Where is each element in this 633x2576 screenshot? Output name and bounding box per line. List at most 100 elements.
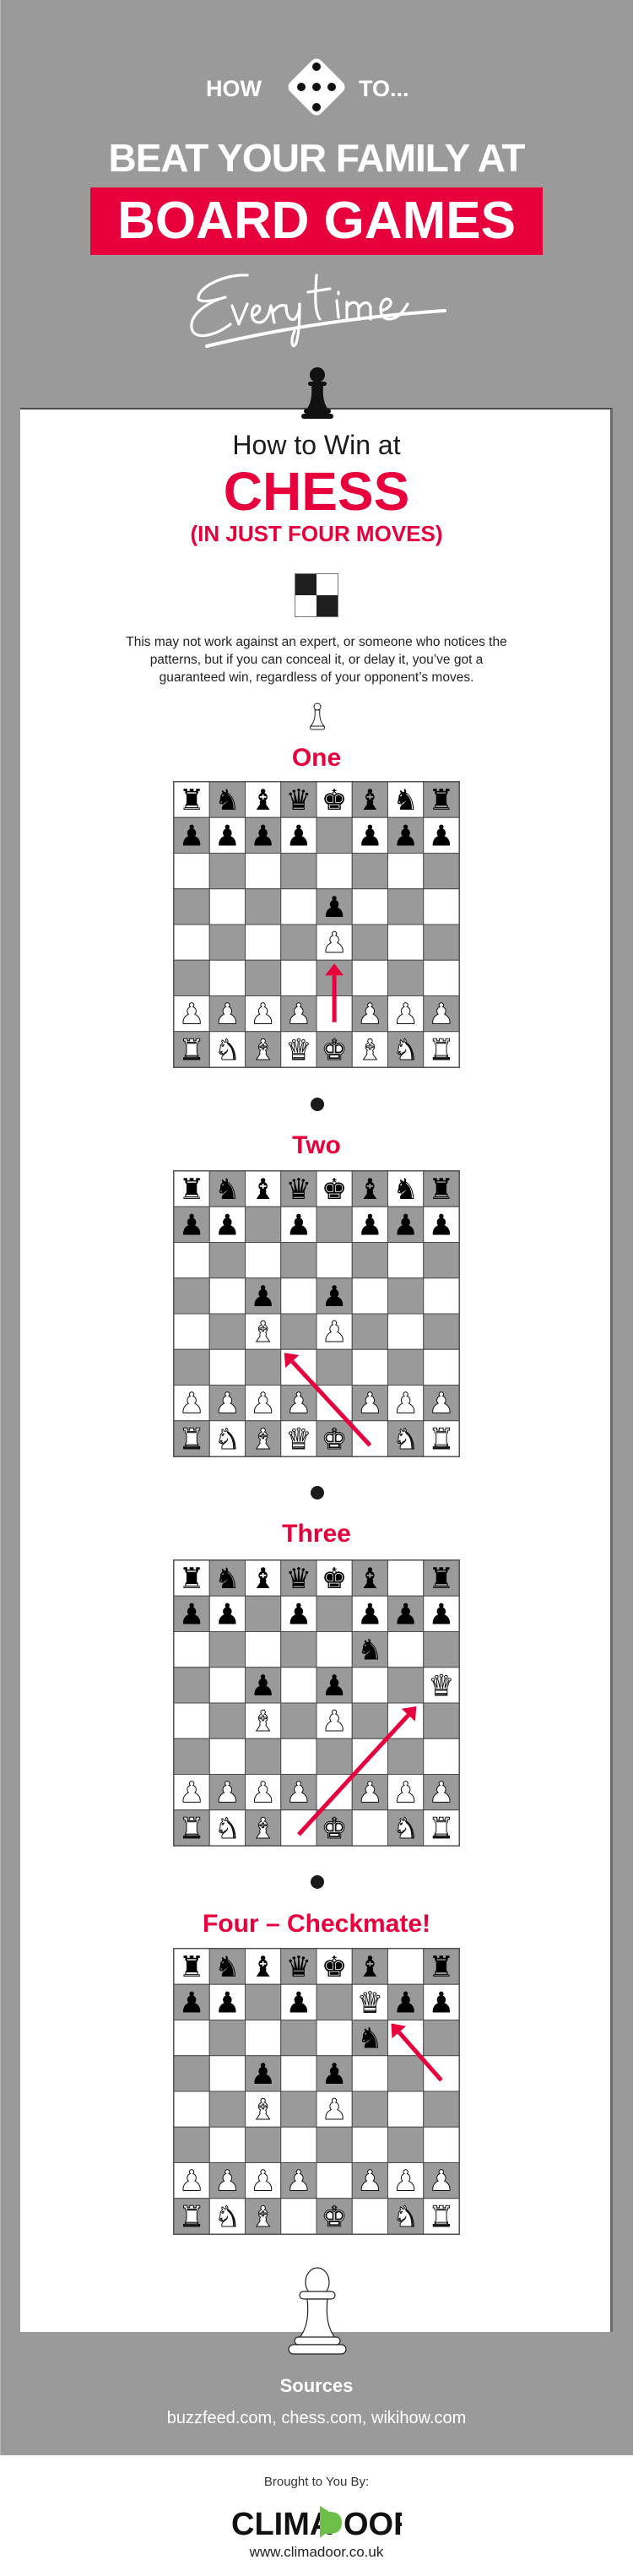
board-square xyxy=(387,2091,425,2128)
logo-text-oor: OOR xyxy=(344,2507,402,2540)
board-square xyxy=(387,1242,425,1279)
website-link[interactable]: www.climadoor.co.uk xyxy=(0,2543,633,2562)
white-queen-icon: ♛ xyxy=(429,1669,454,1703)
board-square xyxy=(208,2091,246,2128)
board-square xyxy=(351,2126,388,2163)
board-square xyxy=(351,853,388,890)
intro-description: This may not work against an expert, or … xyxy=(126,635,507,685)
white-queen-icon: ♛ xyxy=(286,1423,311,1456)
black-pawn-icon xyxy=(301,367,333,419)
black-king-icon: ♚ xyxy=(322,784,347,817)
black-knight-icon: ♞ xyxy=(357,1634,382,1668)
board-square xyxy=(423,1313,459,1350)
black-pawn-icon: ♟ xyxy=(250,2058,275,2091)
black-king-icon: ♚ xyxy=(322,1562,347,1596)
black-pawn-icon: ♟ xyxy=(179,819,204,853)
chess-board-step-2: ♜ ♞ ♝ ♛ ♚ ♝ ♞ ♜ ♟ ♟ ♟ ♟ ♟ ♟ ♟ ♟ ♝ ♟ ♟ ♟ ♟ ♟ ♟ ♟ ♟ ♜ ♞ ♝ ♛ ♚ ♞ ♜ xyxy=(173,1170,460,1457)
black-knight-icon: ♞ xyxy=(214,1562,240,1596)
board-square xyxy=(245,1206,282,1243)
black-pawn-icon: ♟ xyxy=(286,1597,311,1631)
board-square xyxy=(351,1420,388,1456)
white-bishop-icon: ♝ xyxy=(250,1033,275,1067)
board-square xyxy=(423,1277,459,1315)
white-pawn-icon: ♟ xyxy=(392,2165,418,2199)
board-square xyxy=(208,1667,246,1704)
to-label: TO... xyxy=(359,76,409,101)
board-square xyxy=(351,1702,388,1739)
black-pawn-icon: ♟ xyxy=(286,819,311,853)
board-square xyxy=(208,1348,246,1386)
board-square xyxy=(208,1313,246,1350)
white-rook-icon: ♜ xyxy=(179,2200,204,2234)
board-square xyxy=(423,959,459,996)
white-pawn-icon: ♟ xyxy=(429,998,454,1032)
board-square xyxy=(280,1313,317,1350)
board-square xyxy=(351,2091,388,2128)
board-square xyxy=(280,1242,317,1279)
board-square xyxy=(174,1242,210,1279)
black-pawn-icon: ♟ xyxy=(322,2058,347,2091)
white-knight-icon: ♞ xyxy=(392,1033,418,1067)
board-square xyxy=(351,1348,388,1386)
white-knight-icon: ♞ xyxy=(214,1812,240,1846)
black-knight-icon: ♞ xyxy=(214,1950,240,1984)
white-king-icon: ♚ xyxy=(322,2200,347,2234)
logo-text-clima: CLIMA xyxy=(231,2507,333,2540)
board-square xyxy=(245,1631,282,1668)
white-pawn-icon xyxy=(288,2267,347,2355)
board-square xyxy=(208,1277,246,1315)
intro-game-title: CHESS xyxy=(223,461,410,522)
black-bishop-icon: ♝ xyxy=(357,1950,382,1984)
white-pawn-icon: ♟ xyxy=(429,1387,454,1421)
board-square xyxy=(351,2055,388,2092)
board-square xyxy=(423,2020,459,2057)
board-square xyxy=(174,1631,210,1668)
board-square xyxy=(280,1277,317,1315)
board-square xyxy=(174,924,210,961)
black-king-icon: ♚ xyxy=(322,1173,347,1207)
black-rook-icon: ♜ xyxy=(179,1173,204,1207)
black-pawn-icon: ♟ xyxy=(357,1208,382,1242)
white-bishop-icon: ♝ xyxy=(250,1812,275,1846)
board-square xyxy=(387,1277,425,1315)
checkerboard-icon xyxy=(295,573,338,617)
board-square xyxy=(316,2126,353,2163)
white-knight-icon: ♞ xyxy=(392,1423,418,1456)
board-square xyxy=(280,924,317,961)
board-square xyxy=(174,1738,210,1775)
board-square xyxy=(316,853,353,890)
white-queen-icon: ♛ xyxy=(357,1986,382,2020)
white-pawn-icon: ♟ xyxy=(392,1776,418,1810)
step-1-title: One xyxy=(291,744,342,772)
headline-banner: BOARD GAMES xyxy=(90,187,543,255)
board-square xyxy=(245,2020,282,2057)
board-square xyxy=(245,853,282,890)
dice-icon xyxy=(288,58,345,116)
board-square xyxy=(280,888,317,925)
black-knight-icon: ♞ xyxy=(392,784,418,817)
black-knight-icon: ♞ xyxy=(214,784,240,817)
black-pawn-icon: ♟ xyxy=(392,1986,418,2020)
white-knight-icon: ♞ xyxy=(214,1423,240,1456)
white-pawn-icon: ♟ xyxy=(357,1776,382,1810)
board-square xyxy=(280,1738,317,1775)
black-pawn-icon: ♟ xyxy=(214,1208,240,1242)
board-square xyxy=(351,2198,388,2234)
black-queen-icon: ♛ xyxy=(286,1173,311,1207)
climadoor-logo[interactable]: CLIMA OOR xyxy=(231,2504,402,2540)
board-square xyxy=(316,2020,353,2057)
black-pawn-icon: ♟ xyxy=(392,1208,418,1242)
black-king-icon: ♚ xyxy=(322,1950,347,1984)
board-square xyxy=(316,1348,353,1386)
board-square xyxy=(208,924,246,961)
board-square xyxy=(174,2091,210,2128)
board-square xyxy=(245,1738,282,1775)
board-square xyxy=(423,924,459,961)
board-square xyxy=(174,2020,210,2057)
board-square xyxy=(174,2126,210,2163)
white-pawn-icon: ♟ xyxy=(322,1315,347,1349)
board-square xyxy=(280,2055,317,2092)
board-square xyxy=(280,2091,317,2128)
white-king-icon: ♚ xyxy=(322,1423,347,1456)
chess-board-step-3: ♜ ♞ ♝ ♛ ♚ ♝ ♜ ♟ ♟ ♟ ♟ ♟ ♟ ♞ ♟ ♟ ♛ ♝ ♟ ♟ ♟ ♟ ♟ ♟ ♟ ♟ ♜ ♞ ♝ ♚ ♞ ♜ xyxy=(173,1559,460,1847)
